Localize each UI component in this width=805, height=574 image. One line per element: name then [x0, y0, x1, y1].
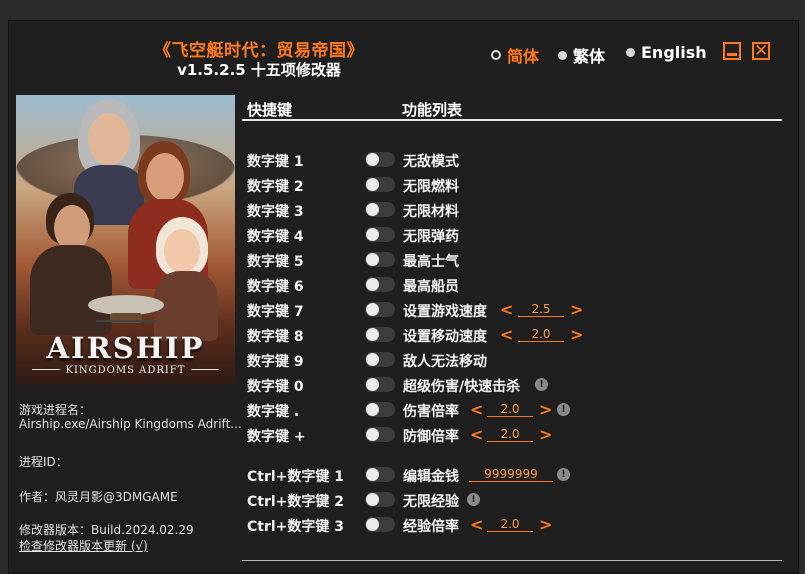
cheat-name: 无限经验: [403, 494, 459, 510]
cheat-toggle-12[interactable]: [365, 427, 395, 442]
cheat-toggle-11[interactable]: [365, 402, 395, 417]
author-label: 作者：风灵月影@3DMGAME: [19, 490, 178, 504]
cheat-name: 设置游戏速度: [403, 304, 487, 320]
check-update-link[interactable]: 检查修改器版本更新 (√): [19, 537, 148, 554]
hotkey-label: 数字键 .: [247, 404, 300, 420]
cheat-name: 无限材料: [403, 204, 459, 220]
cheat-toggle-13[interactable]: [365, 467, 395, 482]
cover-logo-text: AIRSHIP: [46, 331, 205, 365]
airship-icon: [88, 295, 164, 323]
game-cover-image: AIRSHIP KINGDOMS ADRIFT: [16, 95, 235, 385]
increase-arrow-icon[interactable]: >: [539, 517, 552, 533]
cheat-name: 敌人无法移动: [403, 354, 487, 370]
cheat-toggle-4[interactable]: [365, 227, 395, 242]
cheat-toggle-10[interactable]: [365, 377, 395, 392]
hotkey-label: 数字键 9: [247, 354, 304, 370]
process-name-value: Airship.exe/Airship Kingdoms Adrift...: [19, 417, 242, 431]
hotkey-label: 数字键 3: [247, 204, 304, 220]
damage-multiplier-value[interactable]: 2.0: [487, 402, 533, 417]
lang-option-traditional[interactable]: 繁体: [558, 43, 605, 67]
header-divider: [242, 119, 782, 121]
radio-icon: [626, 48, 635, 57]
function-column-header: 功能列表: [402, 101, 463, 119]
cheat-name: 无敌模式: [403, 154, 459, 170]
money-value-input[interactable]: 9999999: [469, 467, 553, 482]
cheat-name: 防御倍率: [403, 429, 459, 445]
hotkey-label: 数字键 7: [247, 304, 304, 320]
lang-option-simplified[interactable]: 简体: [491, 43, 539, 67]
hotkey-label: 数字键 8: [247, 329, 304, 345]
lang-label: 繁体: [573, 47, 606, 66]
move-speed-value[interactable]: 2.0: [518, 327, 564, 342]
hotkey-column-header: 快捷键: [247, 101, 293, 119]
lang-label: English: [641, 43, 707, 62]
info-icon[interactable]: !: [557, 468, 570, 481]
hotkey-label: Ctrl+数字键 3: [247, 519, 345, 535]
hotkey-label: 数字键 6: [247, 279, 304, 295]
footer-divider: [242, 560, 782, 561]
increase-arrow-icon[interactable]: >: [539, 402, 552, 418]
info-icon[interactable]: !: [557, 403, 570, 416]
cheat-name: 伤害倍率: [403, 404, 459, 420]
cheat-toggle-2[interactable]: [365, 177, 395, 192]
trainer-version-title: v1.5.2.5 十五项修改器: [177, 61, 341, 79]
close-icon: ✕: [754, 41, 769, 61]
hotkey-label: 数字键 4: [247, 229, 304, 245]
defense-multiplier-value[interactable]: 2.0: [487, 427, 533, 442]
hotkey-label: 数字键 1: [247, 154, 304, 170]
hotkey-label: 数字键 2: [247, 179, 304, 195]
cheat-name: 最高士气: [403, 254, 459, 270]
process-name-label: 游戏进程名：: [19, 403, 92, 417]
cheat-toggle-14[interactable]: [365, 492, 395, 507]
cheat-toggle-9[interactable]: [365, 352, 395, 367]
cheat-toggle-1[interactable]: [365, 152, 395, 167]
info-icon[interactable]: !: [467, 493, 480, 506]
increase-arrow-icon[interactable]: >: [570, 327, 583, 343]
lang-label: 简体: [507, 47, 540, 66]
cheat-name: 编辑金钱: [403, 469, 459, 485]
decrease-arrow-icon[interactable]: <: [470, 402, 483, 418]
cheat-toggle-15[interactable]: [365, 517, 395, 532]
cheat-name: 设置移动速度: [403, 329, 487, 345]
cheat-toggle-3[interactable]: [365, 202, 395, 217]
cheat-name: 经验倍率: [403, 519, 459, 535]
cheat-name: 超级伤害/快速击杀: [403, 379, 521, 395]
hotkey-label: 数字键 5: [247, 254, 304, 270]
radio-icon: [558, 50, 567, 60]
process-id-label: 进程ID：: [19, 455, 68, 469]
increase-arrow-icon[interactable]: >: [539, 427, 552, 443]
increase-arrow-icon[interactable]: >: [570, 302, 583, 318]
decrease-arrow-icon[interactable]: <: [500, 327, 513, 343]
cover-subtitle-text: KINGDOMS ADRIFT: [65, 365, 186, 376]
trainer-build-label: 修改器版本：Build.2024.02.29: [19, 523, 194, 537]
hotkey-label: 数字键 0: [247, 379, 304, 395]
hotkey-label: Ctrl+数字键 2: [247, 494, 345, 510]
cheat-toggle-5[interactable]: [365, 252, 395, 267]
close-button[interactable]: ✕: [752, 41, 770, 61]
decrease-arrow-icon[interactable]: <: [470, 517, 483, 533]
info-icon[interactable]: !: [535, 378, 548, 391]
radio-selected-icon: [491, 50, 501, 60]
game-speed-value[interactable]: 2.5: [518, 302, 564, 317]
game-title: 《飞空艇时代：贸易帝国》: [154, 41, 364, 61]
hotkey-label: Ctrl+数字键 1: [247, 469, 345, 485]
cheat-toggle-6[interactable]: [365, 277, 395, 292]
decrease-arrow-icon[interactable]: <: [500, 302, 513, 318]
minimize-button[interactable]: [723, 42, 741, 60]
cheat-name: 无限弹药: [403, 229, 459, 245]
exp-multiplier-value[interactable]: 2.0: [487, 517, 533, 532]
decrease-arrow-icon[interactable]: <: [470, 427, 483, 443]
cheat-toggle-7[interactable]: [365, 302, 395, 317]
cheat-name: 无限燃料: [403, 179, 459, 195]
lang-option-english[interactable]: English: [626, 43, 707, 62]
hotkey-label: 数字键 +: [247, 429, 306, 445]
cheat-name: 最高船员: [403, 279, 459, 295]
trainer-window: 《飞空艇时代：贸易帝国》 v1.5.2.5 十五项修改器 简体 繁体 Engli…: [8, 20, 799, 574]
cheat-toggle-8[interactable]: [365, 327, 395, 342]
